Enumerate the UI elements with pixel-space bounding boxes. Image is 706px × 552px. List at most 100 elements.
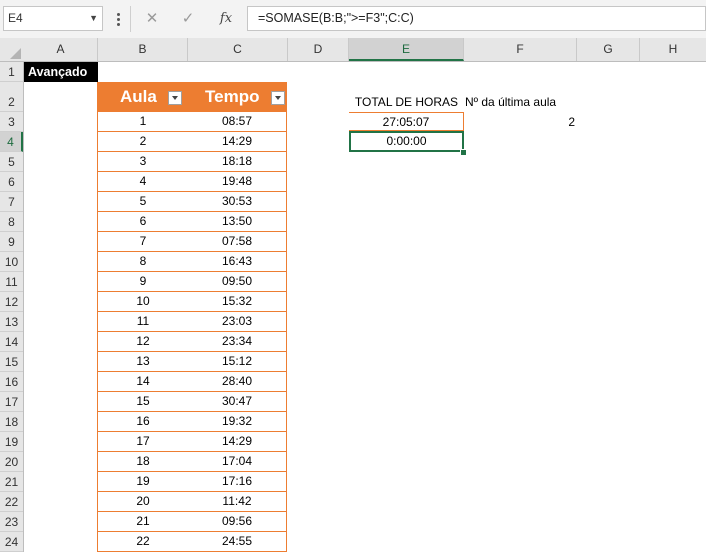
enter-check-icon[interactable]: ✓	[176, 8, 200, 30]
cell-tempo[interactable]: 24:55	[188, 532, 286, 551]
cell-aula[interactable]: 9	[98, 272, 188, 291]
cell-tempo[interactable]: 23:34	[188, 332, 286, 351]
table-row[interactable]: 20 11:42	[97, 492, 287, 512]
cell-aula[interactable]: 12	[98, 332, 188, 351]
cancel-icon[interactable]: ✕	[140, 8, 164, 30]
row-header-12[interactable]: 12	[0, 292, 23, 312]
row-header-5[interactable]: 5	[0, 152, 23, 172]
cell-aula[interactable]: 22	[98, 532, 188, 551]
table-row[interactable]: 3 18:18	[97, 152, 287, 172]
row-header-23[interactable]: 23	[0, 512, 23, 532]
cell-a1[interactable]: Avançado	[24, 62, 98, 82]
row-header-20[interactable]: 20	[0, 452, 23, 472]
cell-aula[interactable]: 13	[98, 352, 188, 371]
cell-aula[interactable]: 18	[98, 452, 188, 471]
table-row[interactable]: 19 17:16	[97, 472, 287, 492]
table-row[interactable]: 11 23:03	[97, 312, 287, 332]
cell-aula[interactable]: 17	[98, 432, 188, 451]
column-header-a[interactable]: A	[24, 38, 98, 61]
filter-dropdown-icon[interactable]	[168, 91, 182, 105]
table-row[interactable]: 7 07:58	[97, 232, 287, 252]
cell-tempo[interactable]: 28:40	[188, 372, 286, 391]
row-header-1[interactable]: 1	[0, 62, 23, 82]
cell-aula[interactable]: 7	[98, 232, 188, 251]
column-header-d[interactable]: D	[288, 38, 349, 61]
cell-tempo[interactable]: 14:29	[188, 432, 286, 451]
cell-tempo[interactable]: 11:42	[188, 492, 286, 511]
fill-handle[interactable]	[460, 149, 467, 156]
row-header-8[interactable]: 8	[0, 212, 23, 232]
table-header-tempo[interactable]: Tempo	[188, 82, 287, 112]
insert-function-icon[interactable]: fx	[214, 8, 238, 30]
row-header-11[interactable]: 11	[0, 272, 23, 292]
cell-tempo[interactable]: 07:58	[188, 232, 286, 251]
cell-tempo[interactable]: 17:16	[188, 472, 286, 491]
column-header-f[interactable]: F	[464, 38, 577, 61]
row-header-13[interactable]: 13	[0, 312, 23, 332]
row-header-18[interactable]: 18	[0, 412, 23, 432]
cell-tempo[interactable]: 16:43	[188, 252, 286, 271]
cell-aula[interactable]: 4	[98, 172, 188, 191]
cell-aula[interactable]: 3	[98, 152, 188, 171]
worksheet-grid[interactable]: Avançado Aula Tempo 1 08:57 2 14:29 3 18:18 4 1…	[24, 62, 706, 552]
column-header-c[interactable]: C	[188, 38, 288, 61]
cell-e3-total-value[interactable]: 27:05:07	[349, 112, 464, 131]
cell-aula[interactable]: 19	[98, 472, 188, 491]
row-header-15[interactable]: 15	[0, 352, 23, 372]
column-header-g[interactable]: G	[577, 38, 640, 61]
row-header-6[interactable]: 6	[0, 172, 23, 192]
cell-aula[interactable]: 5	[98, 192, 188, 211]
table-row[interactable]: 15 30:47	[97, 392, 287, 412]
table-row[interactable]: 13 15:12	[97, 352, 287, 372]
row-header-9[interactable]: 9	[0, 232, 23, 252]
table-row[interactable]: 2 14:29	[97, 132, 287, 152]
cell-aula[interactable]: 16	[98, 412, 188, 431]
cell-e2-total-label[interactable]: TOTAL DE HORAS	[349, 92, 464, 112]
table-row[interactable]: 8 16:43	[97, 252, 287, 272]
cell-tempo[interactable]: 18:18	[188, 152, 286, 171]
table-row[interactable]: 14 28:40	[97, 372, 287, 392]
row-header-7[interactable]: 7	[0, 192, 23, 212]
table-row[interactable]: 6 13:50	[97, 212, 287, 232]
formula-input[interactable]: =SOMASE(B:B;">=F3";C:C)	[247, 6, 706, 31]
cell-tempo[interactable]: 14:29	[188, 132, 286, 151]
cell-aula[interactable]: 2	[98, 132, 188, 151]
row-header-19[interactable]: 19	[0, 432, 23, 452]
row-header-10[interactable]: 10	[0, 252, 23, 272]
filter-dropdown-icon[interactable]	[271, 91, 285, 105]
cell-tempo[interactable]: 30:53	[188, 192, 286, 211]
row-header-21[interactable]: 21	[0, 472, 23, 492]
table-row[interactable]: 18 17:04	[97, 452, 287, 472]
cell-aula[interactable]: 14	[98, 372, 188, 391]
cell-aula[interactable]: 15	[98, 392, 188, 411]
cell-tempo[interactable]: 08:57	[188, 112, 286, 131]
row-header-3[interactable]: 3	[0, 112, 23, 132]
table-row[interactable]: 9 09:50	[97, 272, 287, 292]
row-header-24[interactable]: 24	[0, 532, 23, 552]
table-row[interactable]: 5 30:53	[97, 192, 287, 212]
cell-tempo[interactable]: 17:04	[188, 452, 286, 471]
table-row[interactable]: 22 24:55	[97, 532, 287, 552]
cell-aula[interactable]: 10	[98, 292, 188, 311]
table-row[interactable]: 21 09:56	[97, 512, 287, 532]
cell-f2-last-lesson-label[interactable]: Nº da última aula	[465, 92, 585, 112]
table-row[interactable]: 12 23:34	[97, 332, 287, 352]
cell-e4-active[interactable]: 0:00:00	[349, 131, 464, 152]
cell-aula[interactable]: 8	[98, 252, 188, 271]
name-box-dropdown-icon[interactable]: ▼	[89, 7, 98, 30]
cell-aula[interactable]: 21	[98, 512, 188, 531]
cell-aula[interactable]: 11	[98, 312, 188, 331]
row-header-17[interactable]: 17	[0, 392, 23, 412]
cell-tempo[interactable]: 19:48	[188, 172, 286, 191]
row-header-4[interactable]: 4	[0, 132, 23, 152]
cell-tempo[interactable]: 09:56	[188, 512, 286, 531]
row-header-14[interactable]: 14	[0, 332, 23, 352]
select-all-button[interactable]	[0, 38, 24, 62]
cell-aula[interactable]: 6	[98, 212, 188, 231]
cell-aula[interactable]: 1	[98, 112, 188, 131]
cell-tempo[interactable]: 13:50	[188, 212, 286, 231]
table-row[interactable]: 10 15:32	[97, 292, 287, 312]
table-row[interactable]: 4 19:48	[97, 172, 287, 192]
cell-aula[interactable]: 20	[98, 492, 188, 511]
row-header-2[interactable]: 2	[0, 82, 23, 112]
